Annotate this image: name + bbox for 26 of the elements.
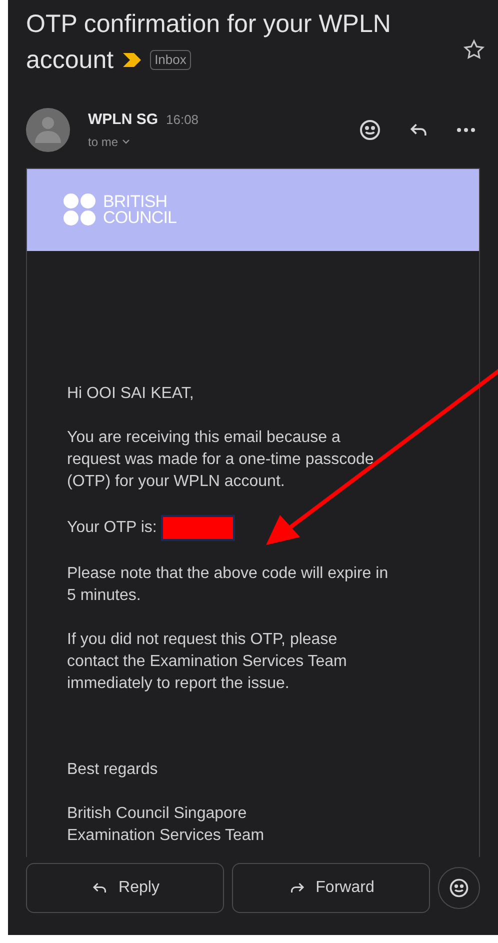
email-paragraph: You are receiving this email because a request was made for a one-time passcode (OTP) for your WPLN account. <box>67 428 375 492</box>
email-subject: account <box>26 45 114 76</box>
forward-button[interactable]: Forward <box>232 863 430 913</box>
logo-text: BRITISH <box>103 194 168 210</box>
chevron-down-icon <box>122 139 130 146</box>
email-paragraph: Best regards <box>67 760 159 780</box>
sender-name: WPLN SG <box>88 110 158 130</box>
email-paragraph: If you did not request this OTP, please contact the Examination Services Team immediately to report the issue. <box>67 630 348 694</box>
smiley-icon <box>358 118 382 142</box>
email-subject: OTP confirmation for your WPLN <box>26 9 392 40</box>
reply-button[interactable]: Reply <box>26 863 224 913</box>
inbox-label[interactable]: Inbox <box>150 50 192 70</box>
avatar <box>26 108 70 152</box>
smiley-icon <box>448 877 470 899</box>
more-icon <box>456 127 476 133</box>
email-paragraph: Hi OOI SAI KEAT, <box>67 384 195 404</box>
logo-dots-icon <box>63 193 97 227</box>
sent-time: 16:08 <box>166 110 199 129</box>
email-paragraph: Please note that the above code will expire in 5 minutes. <box>67 564 390 606</box>
email-paragraph: British Council Singapore Examination Services Team <box>67 804 266 846</box>
otp-label: Your OTP is: <box>67 518 157 538</box>
recipient-dropdown[interactable]: to me <box>88 133 354 152</box>
star-icon[interactable] <box>462 38 486 62</box>
react-button[interactable] <box>438 867 480 909</box>
importance-marker-icon[interactable] <box>122 52 142 68</box>
logo-text: COUNCIL <box>103 210 177 226</box>
